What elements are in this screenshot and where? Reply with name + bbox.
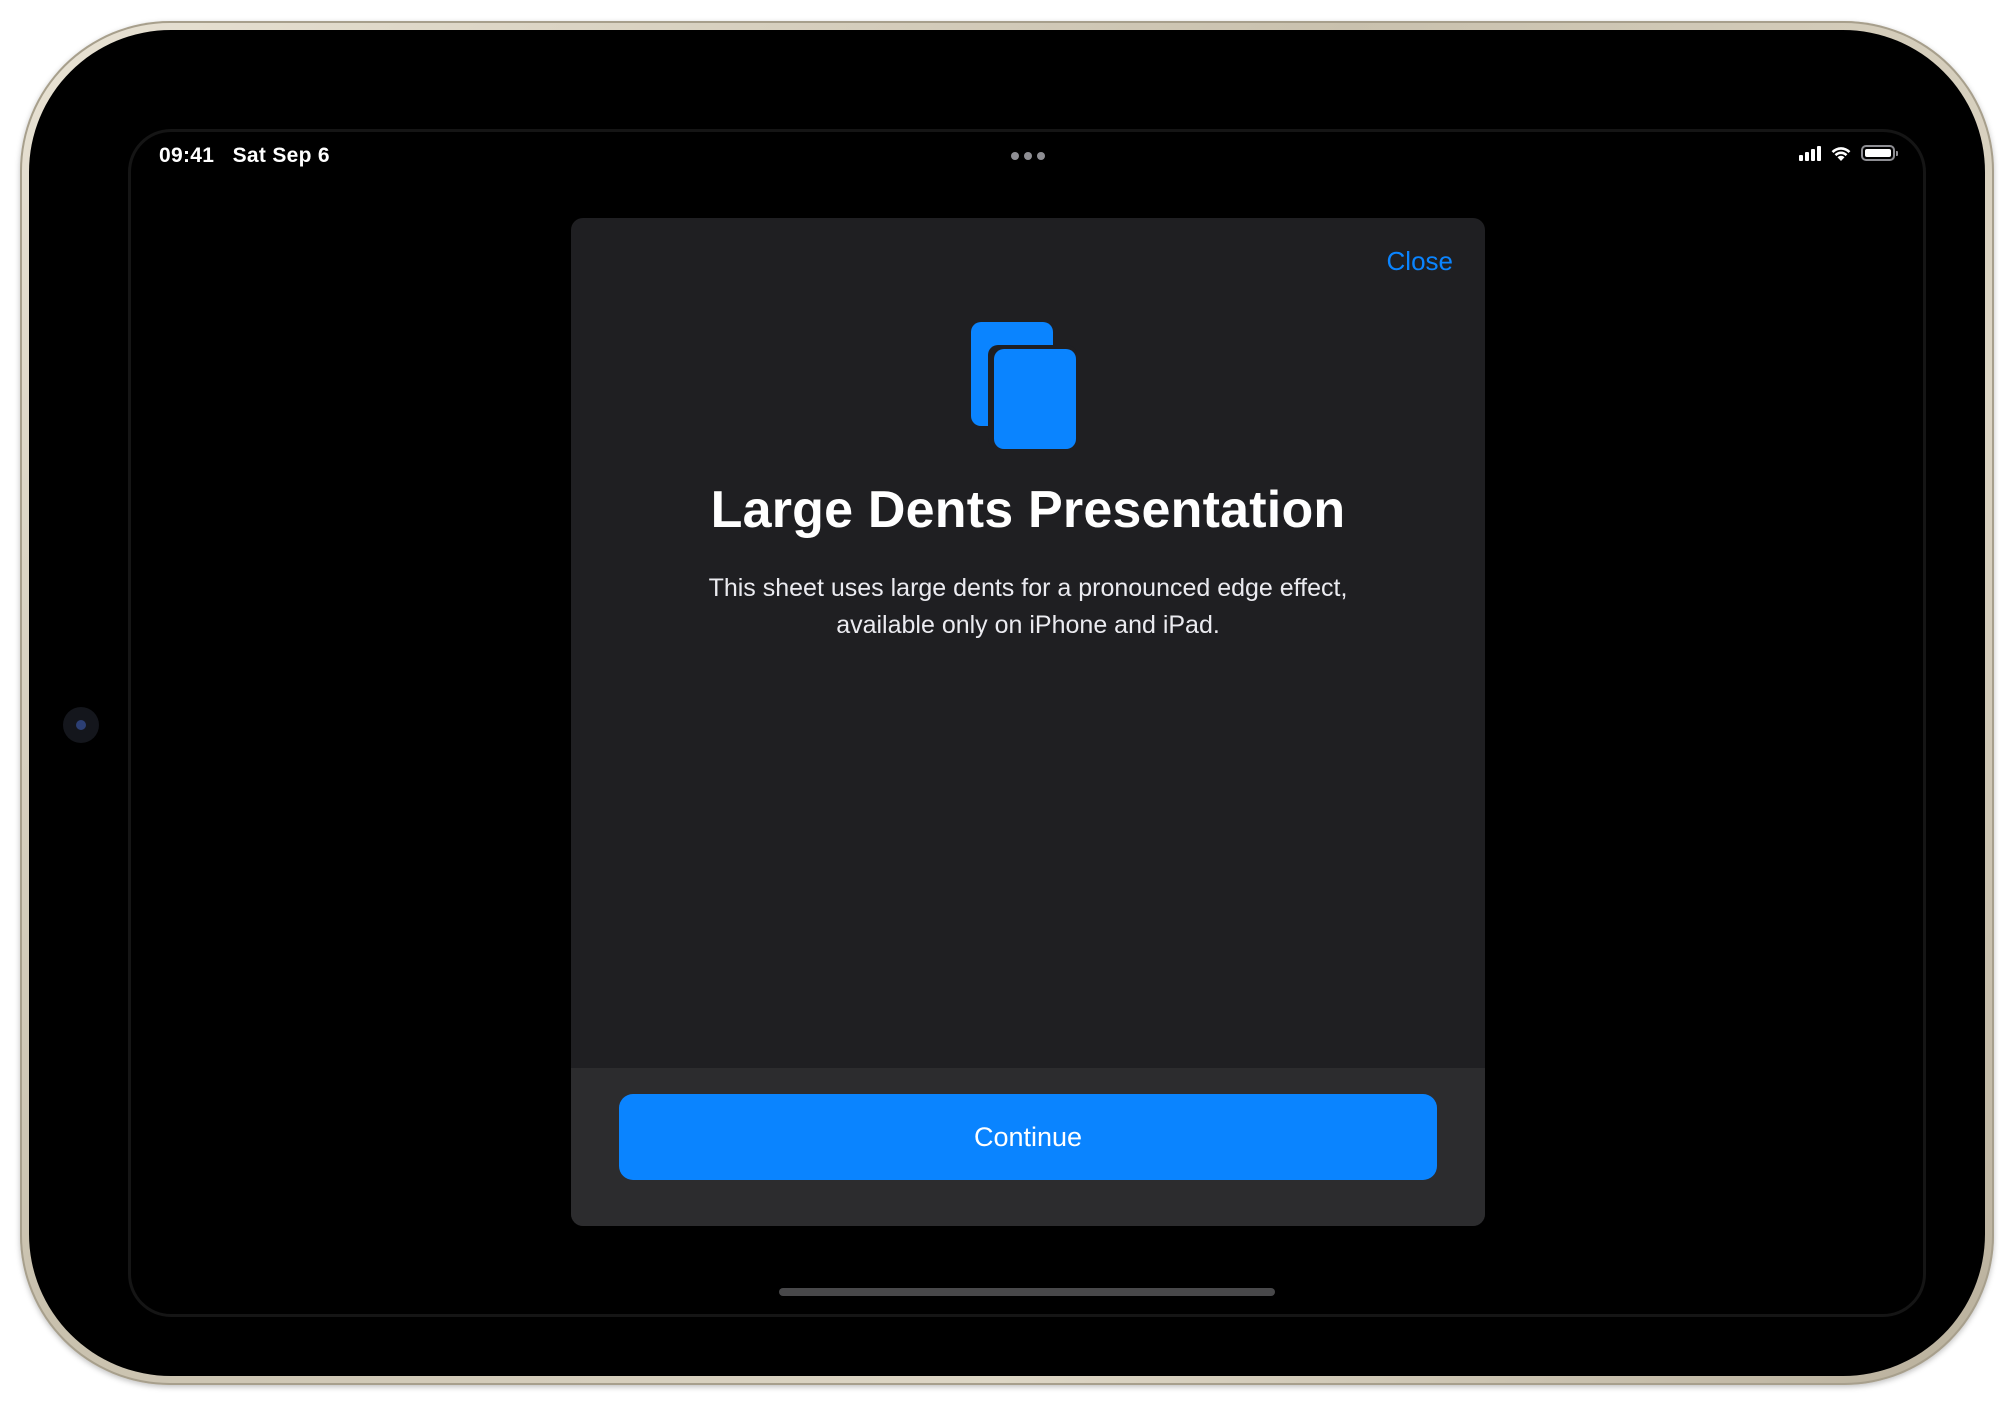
battery-icon [1861, 145, 1898, 161]
status-bar-time: 09:41 Sat Sep 6 [159, 144, 330, 168]
continue-button[interactable]: Continue [619, 1094, 1437, 1180]
sheet-footer: Continue [571, 1068, 1485, 1226]
wifi-icon [1831, 147, 1851, 161]
screen: 09:41 Sat Sep 6 Close Large Dents Presen… [131, 132, 1923, 1314]
sheet-title: Large Dents Presentation [710, 481, 1346, 539]
sheet-description-line-1: This sheet uses large dents for a pronou… [708, 574, 1348, 602]
home-indicator[interactable] [779, 1288, 1275, 1296]
sheet-description-line-2: available only on iPhone and iPad. [836, 611, 1220, 639]
ipad-device-frame: 09:41 Sat Sep 6 Close Large Dents Presen… [20, 21, 1994, 1385]
documents-icon [971, 322, 1077, 449]
status-date: Sat Sep 6 [232, 144, 330, 167]
status-time: 09:41 [159, 144, 215, 167]
modal-sheet: Close Large Dents Presentation This shee… [571, 218, 1485, 1226]
signal-icon [1799, 145, 1821, 161]
front-camera [63, 707, 99, 743]
sheet-description: This sheet uses large dents for a pronou… [631, 570, 1425, 644]
status-bar-indicators [1799, 144, 1898, 162]
multitasking-menu-icon[interactable] [1011, 152, 1045, 160]
close-button[interactable]: Close [1387, 246, 1453, 277]
